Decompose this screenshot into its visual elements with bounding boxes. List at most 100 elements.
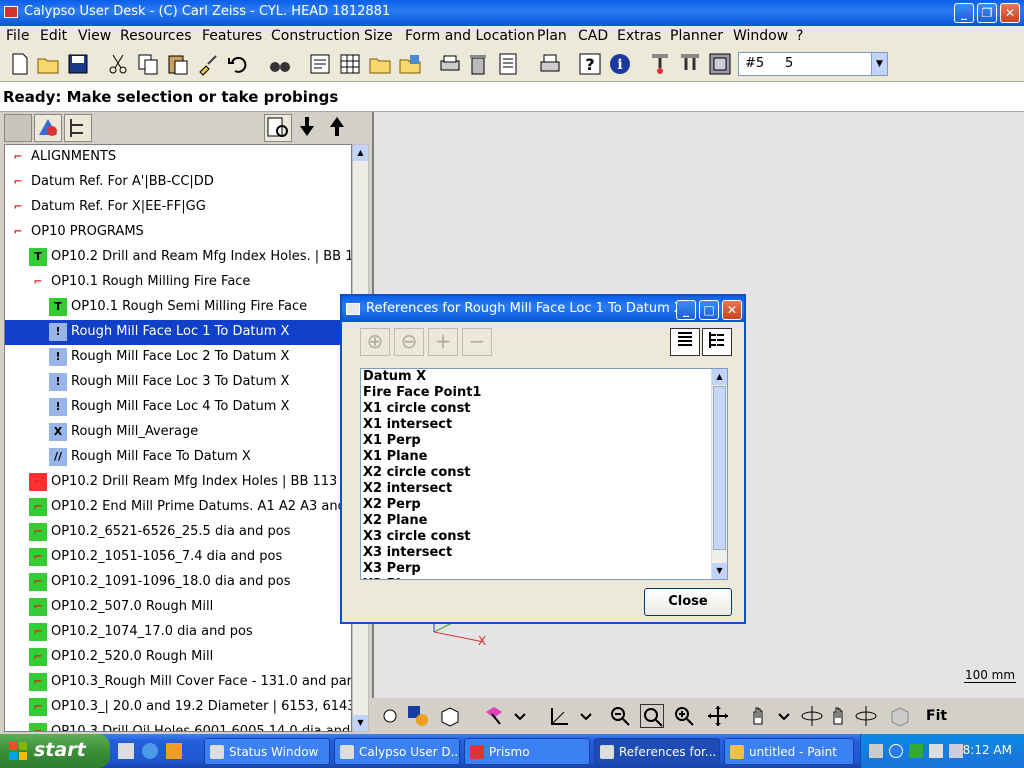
move-up-icon[interactable] [324,114,352,142]
menu-planner[interactable]: Planner [670,28,723,44]
tree-item[interactable]: ⌐ OP10.2_1051-1056_7.4 dia and pos [5,545,351,570]
tree-item[interactable]: ⌐ OP10 PROGRAMS [5,220,351,245]
brush-icon[interactable] [196,52,220,76]
open-folder-icon[interactable] [36,52,60,76]
zoom-list-icon[interactable] [264,114,292,142]
references-list[interactable]: X3 PlaneX3 PerpX3 intersectX3 circle con… [360,368,728,580]
tree-item[interactable]: ⌐ OP10.2_6521-6526_25.5 dia and pos [5,520,351,545]
paste-icon[interactable] [166,52,190,76]
tree-item[interactable]: ⌐ OP10.2_507.0 Rough Mill [5,595,351,620]
axes-icon[interactable] [548,704,572,728]
reference-item[interactable]: X2 intersect [363,481,452,496]
hand-icon[interactable] [826,704,850,728]
start-button[interactable]: start [0,734,110,768]
structure-view-icon[interactable] [64,114,92,142]
scroll-up-icon[interactable]: ▲ [353,145,368,161]
tree-item[interactable]: // Rough Mill Face To Datum X [5,445,351,470]
tree-item[interactable]: ⌐ OP10.2 End Mill Prime Datums. A1 A2 A3 … [5,495,351,520]
tree-item[interactable]: ⌐ OP10.2_1091-1096_18.0 dia and pos [5,570,351,595]
box-icon[interactable] [888,704,912,728]
chevron-down-icon[interactable] [574,704,598,728]
menu-extras[interactable]: Extras [617,28,661,44]
tree-item[interactable]: ⌐ OP10.1 Rough Milling Fire Face [5,270,351,295]
reference-item[interactable]: X3 Plane [363,577,427,579]
probe-config-icon[interactable] [678,52,702,76]
minus-icon[interactable]: − [462,328,492,356]
print-icon[interactable] [438,52,462,76]
tray-shield-icon[interactable] [909,744,923,758]
undo-icon[interactable] [226,52,250,76]
chevron-down-icon[interactable] [508,704,532,728]
reference-item[interactable]: X1 Perp [363,433,421,448]
menu-form-and-location[interactable]: Form and Location [405,28,535,44]
task-prismo[interactable]: Prismo [464,738,590,765]
save-icon[interactable] [66,52,90,76]
circle-icon[interactable] [378,704,402,728]
reference-item[interactable]: Fire Face Point1 [363,385,481,400]
scroll-down-icon[interactable]: ▼ [712,563,727,579]
reference-item[interactable]: X1 intersect [363,417,452,432]
copy-icon[interactable] [136,52,160,76]
tree-item[interactable]: ⌐ Datum Ref. For X|EE-FF|GG [5,195,351,220]
zoom-in-icon[interactable] [672,704,696,728]
tree-item[interactable]: ! Rough Mill Face Loc 3 To Datum X [5,370,351,395]
tree-item[interactable]: ⌐ OP10.2 Drill Ream Mfg Index Holes | BB … [5,470,351,495]
move-down-icon[interactable] [294,114,322,142]
quicklaunch-media-icon[interactable] [166,743,182,759]
menu-size[interactable]: Size [364,28,393,44]
minimize-button[interactable]: _ [954,3,974,23]
report-icon[interactable] [496,52,520,76]
select-color-icon[interactable] [482,704,506,728]
trash-icon[interactable] [466,52,490,76]
tree-view-icon[interactable] [4,114,32,142]
add-reference-icon[interactable]: ⊕ [360,328,390,356]
zoom-out-icon[interactable] [608,704,632,728]
probe-icon[interactable] [648,52,672,76]
tree-item[interactable]: ⌐ ALIGNMENTS [5,145,351,170]
dialog-minimize-button[interactable]: _ [676,300,696,320]
list-view-icon[interactable] [670,328,700,356]
info-icon[interactable]: i [608,52,632,76]
tree-item[interactable]: ⌐ OP10.3 Drill Oil Holes 6001 6005 14.0 d… [5,720,351,731]
menu-help[interactable]: ? [796,28,803,44]
task-references[interactable]: References for... [594,738,720,765]
cube-icon[interactable] [438,704,462,728]
export-icon[interactable] [398,52,422,76]
quicklaunch-ie-icon[interactable] [142,743,158,759]
cut-icon[interactable] [106,52,130,76]
menu-file[interactable]: File [6,28,29,44]
quicklaunch-desktop-icon[interactable] [118,743,134,759]
cmm-icon[interactable] [708,52,732,76]
plus-icon[interactable]: + [428,328,458,356]
reference-item[interactable]: X1 circle const [363,401,471,416]
rotate-icon[interactable] [800,704,824,728]
reference-item[interactable]: Datum X [363,369,426,384]
menu-plan[interactable]: Plan [537,28,567,44]
reference-item[interactable]: X2 circle const [363,465,471,480]
close-window-button[interactable]: ✕ [1000,3,1020,23]
tray-pen-icon[interactable] [869,744,883,758]
fit-button[interactable]: Fit [926,708,947,724]
probe-selector-combo[interactable]: #5 5 ▼ [738,52,888,76]
tree-item[interactable]: ⌐ OP10.2_520.0 Rough Mill [5,645,351,670]
menu-construction[interactable]: Construction [271,28,360,44]
tree-item[interactable]: ! Rough Mill Face Loc 2 To Datum X [5,345,351,370]
reference-item[interactable]: X3 circle const [363,529,471,544]
menu-features[interactable]: Features [202,28,262,44]
tree-item[interactable]: ! Rough Mill Face Loc 1 To Datum X [5,320,351,345]
features-view-icon[interactable] [34,114,62,142]
tree-item[interactable]: ⌐ OP10.3_Rough Mill Cover Face - 131.0 an… [5,670,351,695]
dialog-maximize-button[interactable]: □ [699,300,719,320]
help-icon[interactable]: ? [578,52,602,76]
dialog-close-icon[interactable]: ✕ [722,300,742,320]
tree-item[interactable]: T OP10.2 Drill and Ream Mfg Index Holes. … [5,245,351,270]
task-calypso[interactable]: Calypso User D... [334,738,460,765]
printer-setup-icon[interactable] [538,52,562,76]
tree-item[interactable]: ! Rough Mill Face Loc 4 To Datum X [5,395,351,420]
menu-edit[interactable]: Edit [40,28,67,44]
chevron-down-icon[interactable]: ▼ [871,53,887,75]
remove-reference-icon[interactable]: ⊖ [394,328,424,356]
tree-item[interactable]: T OP10.1 Rough Semi Milling Fire Face [5,295,351,320]
scroll-up-icon[interactable]: ▲ [712,369,727,385]
tree-item[interactable]: ⌐ OP10.3_| 20.0 and 19.2 Diameter | 6153,… [5,695,351,720]
